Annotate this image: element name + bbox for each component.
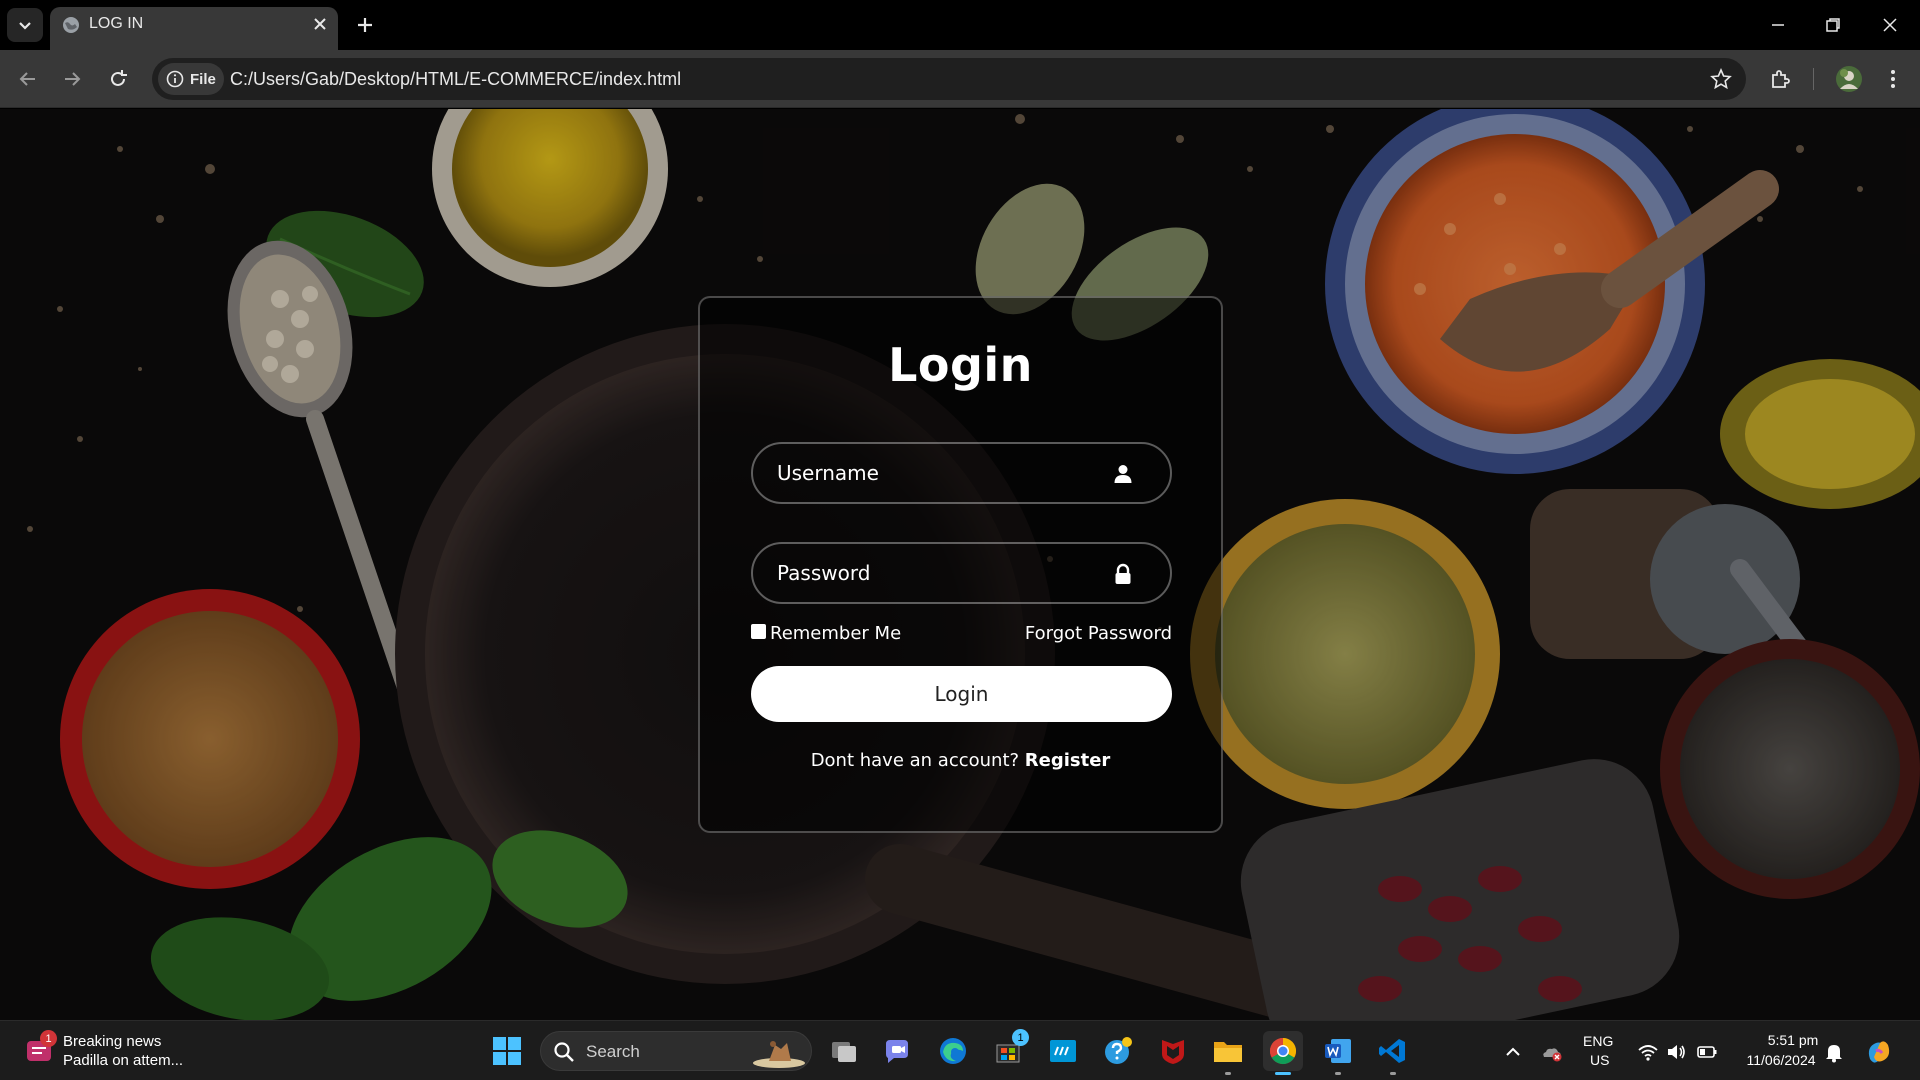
window-close-icon[interactable] bbox=[1879, 14, 1901, 36]
info-icon bbox=[166, 70, 184, 88]
register-prompt: Dont have an account? bbox=[810, 750, 1025, 771]
login-button[interactable]: Login bbox=[751, 666, 1172, 722]
remember-checkbox[interactable] bbox=[751, 624, 766, 639]
edge-icon bbox=[940, 1038, 966, 1064]
vscode-app[interactable] bbox=[1373, 1031, 1413, 1075]
mcafee-app[interactable] bbox=[1153, 1031, 1193, 1071]
chat-app[interactable] bbox=[878, 1031, 918, 1071]
chrome-app[interactable] bbox=[1263, 1031, 1303, 1075]
arrow-left-icon bbox=[19, 72, 35, 86]
login-title: Login bbox=[888, 338, 1033, 392]
extensions-button[interactable] bbox=[1768, 66, 1794, 92]
restore-icon[interactable] bbox=[1822, 14, 1844, 36]
help-icon bbox=[1105, 1037, 1132, 1064]
onedrive-icon[interactable] bbox=[1541, 1041, 1563, 1063]
chrome-icon bbox=[1269, 1037, 1297, 1065]
file-explorer-app[interactable] bbox=[1208, 1031, 1248, 1075]
puzzle-icon bbox=[1772, 70, 1790, 88]
search-placeholder: Search bbox=[586, 1042, 640, 1061]
bell-icon[interactable] bbox=[1823, 1041, 1845, 1063]
plus-icon[interactable] bbox=[353, 13, 377, 37]
register-row: Dont have an account? Register bbox=[700, 750, 1221, 771]
battery-icon[interactable] bbox=[1696, 1041, 1718, 1063]
folder-icon bbox=[1214, 1042, 1242, 1062]
site-chip-label: File bbox=[190, 70, 216, 88]
taskbar-search[interactable]: Search bbox=[540, 1031, 812, 1071]
volume-icon[interactable] bbox=[1665, 1041, 1687, 1063]
tab-search-button[interactable] bbox=[7, 8, 43, 42]
task-view-icon bbox=[832, 1042, 856, 1062]
star-icon[interactable] bbox=[1710, 68, 1732, 90]
shield-icon bbox=[1162, 1040, 1184, 1064]
avatar-icon bbox=[1836, 66, 1862, 92]
store-app[interactable]: 1 bbox=[988, 1029, 1029, 1071]
password-field[interactable] bbox=[751, 542, 1172, 604]
login-card: Login Remember Me Forgot Password Login … bbox=[698, 296, 1223, 833]
chevron-down-icon bbox=[19, 22, 31, 30]
reload-button[interactable] bbox=[104, 65, 132, 93]
site-info-chip[interactable]: File bbox=[158, 63, 224, 95]
minimize-icon[interactable] bbox=[1767, 14, 1789, 36]
reload-icon bbox=[111, 70, 127, 86]
forward-button[interactable] bbox=[58, 65, 86, 93]
video-chat-icon bbox=[886, 1040, 908, 1063]
copilot-icon[interactable] bbox=[1864, 1037, 1894, 1067]
news-title: Breaking news bbox=[63, 1033, 162, 1050]
globe-icon bbox=[63, 17, 79, 33]
arrow-right-icon bbox=[65, 72, 81, 86]
forgot-password-link[interactable]: Forgot Password bbox=[1025, 623, 1172, 644]
news-subtitle: Padilla on attem... bbox=[63, 1052, 184, 1069]
profile-button[interactable] bbox=[1834, 64, 1864, 94]
username-field[interactable] bbox=[751, 442, 1172, 504]
language-secondary[interactable]: US bbox=[1590, 1052, 1609, 1068]
language-primary[interactable]: ENG bbox=[1583, 1033, 1613, 1049]
clock-date[interactable]: 11/06/2024 bbox=[1736, 1052, 1826, 1068]
edge-app[interactable] bbox=[933, 1031, 973, 1071]
address-bar[interactable]: File C:/Users/Gab/Desktop/HTML/E-COMMERC… bbox=[152, 58, 1746, 100]
username-input[interactable] bbox=[753, 444, 1170, 502]
vscode-icon bbox=[1379, 1039, 1405, 1063]
clock-time[interactable]: 5:51 pm bbox=[1762, 1032, 1824, 1048]
search-highlight-icon bbox=[753, 1041, 805, 1068]
tab-title: LOG IN bbox=[89, 15, 144, 32]
taskbar: 1 Breaking news Padilla on attem... Sear… bbox=[0, 1020, 1920, 1080]
wifi-icon[interactable] bbox=[1637, 1041, 1659, 1063]
search-icon bbox=[554, 1042, 574, 1062]
remember-label[interactable]: Remember Me bbox=[770, 623, 901, 644]
windows-icon bbox=[493, 1037, 521, 1065]
start-button[interactable] bbox=[487, 1031, 527, 1071]
browser-tabstrip: LOG IN bbox=[0, 0, 1920, 50]
news-widget[interactable]: 1 Breaking news Padilla on attem... bbox=[22, 1030, 202, 1072]
myhp-icon bbox=[1050, 1040, 1076, 1062]
close-icon[interactable] bbox=[310, 14, 330, 34]
browser-toolbar: File C:/Users/Gab/Desktop/HTML/E-COMMERC… bbox=[0, 50, 1920, 108]
page-viewport: Login Remember Me Forgot Password Login … bbox=[0, 109, 1920, 1020]
running-indicator bbox=[1225, 1072, 1231, 1075]
store-badge: 1 bbox=[1012, 1029, 1029, 1046]
news-badge: 1 bbox=[40, 1030, 57, 1047]
remember-row: Remember Me Forgot Password bbox=[751, 622, 1172, 646]
browser-menu-button[interactable] bbox=[1880, 66, 1906, 92]
back-button[interactable] bbox=[14, 65, 42, 93]
user-icon bbox=[1114, 465, 1132, 483]
chevron-up-icon[interactable] bbox=[1502, 1041, 1524, 1063]
running-indicator bbox=[1335, 1072, 1341, 1075]
myhp-app[interactable] bbox=[1043, 1031, 1083, 1071]
toolbar-separator bbox=[1813, 68, 1814, 90]
kebab-menu-icon bbox=[1891, 70, 1895, 88]
task-view-button[interactable] bbox=[824, 1031, 864, 1071]
register-link[interactable]: Register bbox=[1025, 750, 1111, 771]
get-help-app[interactable] bbox=[1098, 1031, 1138, 1071]
active-indicator bbox=[1275, 1072, 1291, 1075]
running-indicator bbox=[1390, 1072, 1396, 1075]
url-text[interactable]: C:/Users/Gab/Desktop/HTML/E-COMMERCE/ind… bbox=[230, 69, 681, 90]
word-icon bbox=[1325, 1039, 1351, 1063]
lock-icon bbox=[1115, 563, 1131, 584]
password-input[interactable] bbox=[753, 544, 1170, 602]
word-app[interactable] bbox=[1318, 1031, 1358, 1075]
